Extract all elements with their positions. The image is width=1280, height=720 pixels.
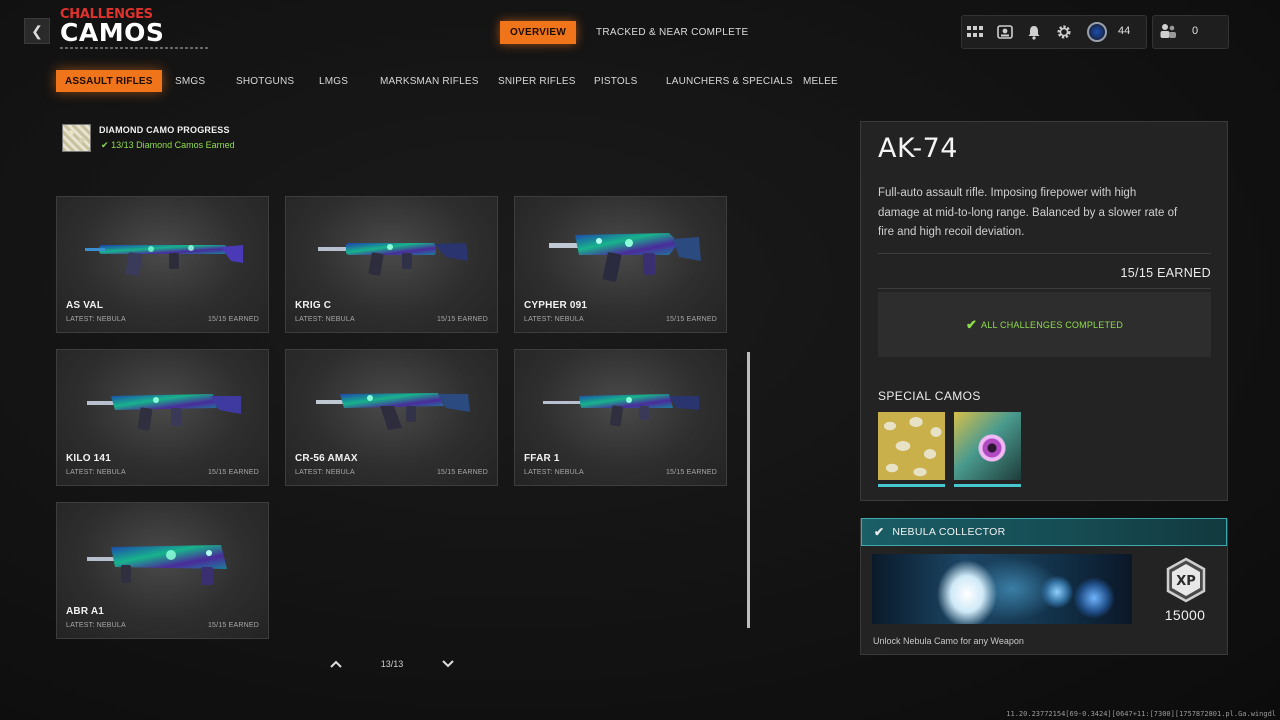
title-underline [60,47,210,49]
tab-smgs[interactable]: SMGS [175,70,205,92]
weapon-card-ffar-1[interactable]: FFAR 1 LATEST: NEBULA 15/15 EARNED [514,349,727,486]
weapon-latest-camo: LATEST: NEBULA [66,469,126,476]
svg-text:XP: XP [1176,574,1196,589]
diamond-progress-status: ✔ 13/13 Diamond Camos Earned [101,140,235,150]
tab-marksman-rifles[interactable]: MARKSMAN RIFLES [380,70,479,92]
weapon-latest-camo: LATEST: NEBULA [524,316,584,323]
weapon-card-as-val[interactable]: AS VAL LATEST: NEBULA 15/15 EARNED [56,196,269,333]
weapon-name: CYPHER 091 [524,300,588,311]
chevron-up-icon[interactable] [328,656,344,672]
tab-assault-rifles[interactable]: ASSAULT RIFLES [56,70,162,92]
tab-melee[interactable]: MELEE [803,70,838,92]
tab-shotguns[interactable]: SHOTGUNS [236,70,294,92]
id-card-icon[interactable] [997,24,1013,40]
weapon-earned: 15/15 EARNED [665,469,717,476]
weapon-image [318,243,468,276]
weapon-latest-camo: LATEST: NEBULA [295,316,355,323]
weapon-card-cr-56-amax[interactable]: CR-56 AMAX LATEST: NEBULA 15/15 EARNED [285,349,498,486]
grid-icon[interactable] [967,24,983,40]
special-camo-1[interactable] [878,412,945,480]
weapon-name: ABR A1 [66,606,105,617]
checkmark-icon: ✔ [874,525,885,539]
weapon-image [543,394,699,427]
challenges-completed: ✔ ALL CHALLENGES COMPLETED [965,316,1124,332]
tab-pistols[interactable]: PISTOLS [594,70,637,92]
tab-tracked-near-complete[interactable]: TRACKED & NEAR COMPLETE [596,21,748,44]
scrollbar[interactable] [747,352,750,628]
weapon-card-krig-c[interactable]: KRIG C LATEST: NEBULA 15/15 EARNED [285,196,498,333]
tab-overview[interactable]: OVERVIEW [500,21,576,44]
build-version: 11.20.23772154[69-0.3424][0647+11:[7300]… [1006,710,1276,718]
weapon-earned: 15/15 EARNED [207,469,259,476]
weapon-card-kilo-141[interactable]: KILO 141 LATEST: NEBULA 15/15 EARNED [56,349,269,486]
chevron-down-icon[interactable] [440,656,456,672]
nebula-collector-image [872,554,1132,624]
tab-launchers-specials[interactable]: LAUNCHERS & SPECIALS [666,70,793,92]
nebula-collector-description: Unlock Nebula Camo for any Weapon [873,636,1024,646]
weapon-latest-camo: LATEST: NEBULA [524,469,584,476]
detail-description: Full-auto assault rifle. Imposing firepo… [878,187,1178,238]
special-camo-2[interactable] [954,412,1021,480]
weapon-name: CR-56 AMAX [295,453,358,464]
page-count: 13/13 [380,659,404,669]
xp-icon: XP [1166,557,1206,603]
gear-icon[interactable] [1056,24,1072,40]
weapon-earned: 15/15 EARNED [207,622,259,629]
tab-lmgs[interactable]: LMGS [319,70,348,92]
special-camo-1-progress [878,484,945,487]
tab-sniper-rifles[interactable]: SNIPER RIFLES [498,70,576,92]
divider [878,288,1211,289]
weapon-earned: 15/15 EARNED [207,316,259,323]
divider [878,253,1211,254]
back-button[interactable]: ❮ [24,18,50,44]
detail-weapon-title: AK-74 [878,133,958,164]
weapon-latest-camo: LATEST: NEBULA [295,469,355,476]
xp-reward: 15000 [1164,607,1206,623]
weapon-name: AS VAL [66,300,104,311]
weapon-name: FFAR 1 [524,453,560,464]
weapon-image [549,233,701,282]
weapon-name: KRIG C [295,300,332,311]
diamond-camo-thumbnail [62,124,91,152]
special-camos-label: SPECIAL CAMOS [878,389,981,403]
weapon-card-cypher-091[interactable]: CYPHER 091 LATEST: NEBULA 15/15 EARNED [514,196,727,333]
diamond-progress-title: DIAMOND CAMO PROGRESS [99,125,230,135]
weapon-card-abr-a1[interactable]: ABR A1 LATEST: NEBULA 15/15 EARNED [56,502,269,639]
weapon-earned: 15/15 EARNED [665,316,717,323]
special-camo-2-progress [954,484,1021,487]
weapon-image [85,245,243,276]
player-level: 44 [1118,25,1131,37]
page-title: CAMOS [60,18,165,47]
prestige-badge-icon[interactable] [1087,22,1107,42]
chevron-left-icon: ❮ [31,22,43,39]
weapon-earned: 15/15 EARNED [436,316,488,323]
bell-icon[interactable] [1026,24,1042,40]
weapon-latest-camo: LATEST: NEBULA [66,316,126,323]
weapon-latest-camo: LATEST: NEBULA [66,622,126,629]
checkmark-icon: ✔ [101,140,109,150]
weapon-name: KILO 141 [66,453,111,464]
party-icon [1159,23,1176,39]
weapon-image [87,545,227,585]
party-count: 0 [1192,25,1199,37]
weapon-image [87,394,241,431]
nebula-collector-header[interactable]: ✔ NEBULA COLLECTOR [861,518,1227,546]
checkmark-icon: ✔ [965,316,978,332]
weapon-image [316,393,470,430]
weapon-earned: 15/15 EARNED [436,469,488,476]
detail-earned: 15/15 EARNED [1120,266,1211,280]
